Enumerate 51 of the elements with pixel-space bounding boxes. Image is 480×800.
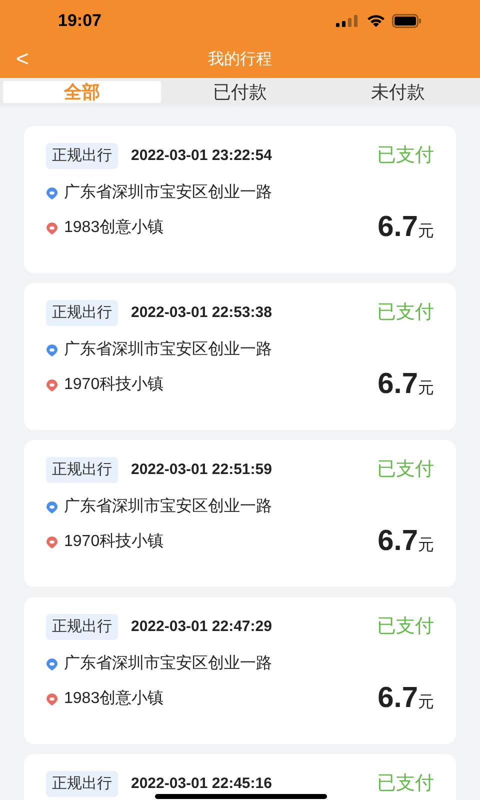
- trip-time: 2022-03-01 22:45:16: [131, 774, 272, 794]
- battery-icon: [392, 14, 422, 28]
- trip-time: 2022-03-01 22:47:29: [131, 616, 272, 637]
- trip-type-tag: 正规出行: [46, 457, 118, 483]
- trip-card[interactable]: 正规出行 2022-03-01 22:45:16 已支付: [24, 754, 456, 800]
- trip-time: 2022-03-01 22:53:38: [131, 302, 272, 323]
- location-pin-icon: [46, 378, 58, 392]
- fare-amount: 6.7: [378, 369, 418, 399]
- start-address: 广东省深圳市宝安区创业一路: [64, 182, 272, 203]
- location-pin-icon: [46, 222, 58, 234]
- fare-amount: 6.7: [378, 683, 418, 713]
- trip-type-tag: 正规出行: [46, 771, 118, 797]
- location-pin-icon: [46, 536, 58, 548]
- page-title: 我的行程: [208, 50, 272, 70]
- location-pin-icon: [46, 500, 58, 514]
- end-address: 1983创意小镇: [64, 688, 164, 709]
- trip-card[interactable]: 正规出行 2022-03-01 22:47:29 已支付 广东省深圳市宝安区创业一路 1983创意小镇 6.7元: [24, 597, 456, 744]
- end-address: 1970科技小镇: [64, 532, 164, 552]
- location-pin-icon: [46, 344, 58, 356]
- start-address: 广东省深圳市宝安区创业一路: [64, 340, 272, 360]
- end-address: 1970科技小镇: [64, 374, 164, 395]
- currency-unit: 元: [418, 536, 434, 556]
- filter-tab[interactable]: 未付款: [319, 81, 477, 103]
- currency-unit: 元: [418, 379, 434, 399]
- fare-amount: 6.7: [378, 212, 418, 242]
- currency-unit: 元: [418, 222, 434, 242]
- payment-status: 已支付: [377, 458, 434, 482]
- payment-status: 已支付: [377, 614, 434, 639]
- signal-icon: [336, 15, 360, 27]
- payment-status: 已支付: [377, 144, 434, 168]
- currency-unit: 元: [418, 693, 434, 713]
- trip-type-tag: 正规出行: [46, 300, 118, 326]
- trip-time: 2022-03-01 22:51:59: [131, 460, 272, 480]
- location-pin-icon: [46, 658, 58, 670]
- end-address: 1983创意小镇: [64, 218, 164, 238]
- trip-card[interactable]: 正规出行 2022-03-01 22:51:59 已支付 广东省深圳市宝安区创业一路 1970科技小镇 6.7元: [24, 440, 456, 587]
- trip-card[interactable]: 正规出行 2022-03-01 23:22:54 已支付 广东省深圳市宝安区创业一路 1983创意小镇 6.7元: [24, 126, 456, 273]
- payment-status: 已支付: [377, 772, 434, 796]
- trip-card[interactable]: 正规出行 2022-03-01 22:53:38 已支付 广东省深圳市宝安区创业一路 1970科技小镇 6.7元: [24, 283, 456, 430]
- start-address: 广东省深圳市宝安区创业一路: [64, 654, 272, 674]
- start-address: 广东省深圳市宝安区创业一路: [64, 496, 272, 517]
- wifi-icon: [366, 14, 386, 28]
- trip-type-tag: 正规出行: [46, 143, 118, 169]
- trip-time: 2022-03-01 23:22:54: [131, 146, 272, 166]
- location-pin-icon: [46, 692, 58, 706]
- status-time: 19:07: [58, 10, 102, 32]
- payment-status: 已支付: [377, 300, 434, 325]
- filter-tab[interactable]: 已付款: [161, 81, 319, 103]
- location-pin-icon: [46, 186, 58, 200]
- trip-type-tag: 正规出行: [46, 614, 118, 640]
- fare-amount: 6.7: [378, 526, 418, 556]
